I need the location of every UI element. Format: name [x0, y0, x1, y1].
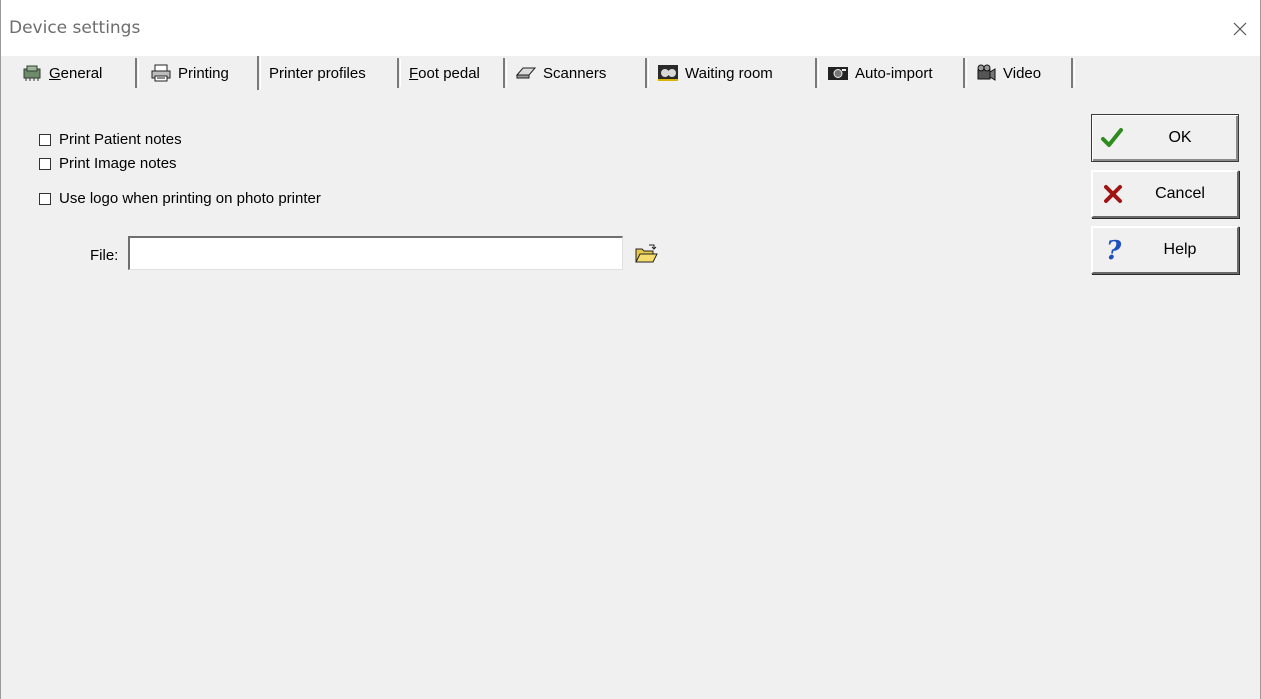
cancel-x-icon — [1093, 183, 1133, 205]
help-label: Help — [1163, 241, 1197, 258]
use-logo-option[interactable]: Use logo when printing on photo printer — [39, 190, 321, 207]
tab-printer-profiles[interactable]: Printer profiles — [263, 58, 401, 88]
tab-strip: General Printing Printer profiles Foot p… — [1, 56, 1260, 90]
print-image-notes-label: Print Image notes — [59, 155, 177, 172]
use-logo-checkbox[interactable] — [39, 192, 51, 205]
window-title: Device settings — [9, 18, 141, 38]
close-button[interactable] — [1220, 14, 1260, 44]
checkmark-icon — [1092, 127, 1132, 149]
title-bar: Device settings — [1, 0, 1260, 56]
cancel-button[interactable]: Cancel — [1091, 170, 1239, 218]
tab-auto-import[interactable]: Auto-import — [821, 58, 967, 88]
print-image-notes-checkbox[interactable] — [39, 157, 51, 170]
tab-scanners-label: Scanners — [543, 64, 607, 82]
tab-printer-profiles-label: Printer profiles — [269, 64, 366, 82]
ok-button[interactable]: OK — [1091, 114, 1239, 162]
scanner-icon — [515, 63, 537, 83]
ok-label: OK — [1168, 129, 1192, 146]
tab-scanners[interactable]: Scanners — [509, 58, 649, 88]
print-patient-notes-label: Print Patient notes — [59, 131, 182, 148]
device-settings-window: Device settings General Printing Printer… — [0, 0, 1261, 699]
help-button[interactable]: ? Help — [1091, 226, 1239, 274]
svg-text:?: ? — [1106, 237, 1122, 263]
file-label: File: — [90, 247, 119, 264]
file-path-input[interactable] — [128, 236, 623, 270]
waiting-room-icon — [657, 63, 679, 83]
tab-video-label: Video — [1003, 64, 1042, 82]
tab-printing[interactable]: Printing — [144, 56, 261, 90]
tab-auto-import-label: Auto-import — [855, 64, 933, 82]
printer-icon — [150, 63, 172, 83]
cpu-chip-icon — [21, 63, 43, 83]
video-camera-icon — [975, 63, 997, 83]
tab-general[interactable]: General — [15, 58, 139, 88]
tab-video[interactable]: Video — [969, 58, 1075, 88]
cancel-label: Cancel — [1155, 185, 1205, 202]
open-folder-icon — [635, 244, 658, 263]
tab-foot-pedal-label: Foot pedal — [409, 64, 480, 82]
camera-icon — [827, 63, 849, 83]
tab-general-label: General — [49, 64, 103, 82]
help-question-icon: ? — [1093, 237, 1133, 263]
print-patient-notes-option[interactable]: Print Patient notes — [39, 131, 182, 148]
browse-file-button[interactable] — [626, 237, 666, 271]
tab-waiting-room[interactable]: Waiting room — [651, 58, 819, 88]
use-logo-label: Use logo when printing on photo printer — [59, 190, 321, 207]
tab-foot-pedal[interactable]: Foot pedal — [403, 58, 507, 88]
tab-waiting-room-label: Waiting room — [685, 64, 773, 82]
printing-panel: Print Patient notes Print Image notes Us… — [1, 90, 1260, 699]
print-patient-notes-checkbox[interactable] — [39, 133, 51, 146]
print-image-notes-option[interactable]: Print Image notes — [39, 155, 177, 172]
close-icon — [1233, 22, 1247, 36]
tab-printing-label: Printing — [178, 64, 229, 82]
